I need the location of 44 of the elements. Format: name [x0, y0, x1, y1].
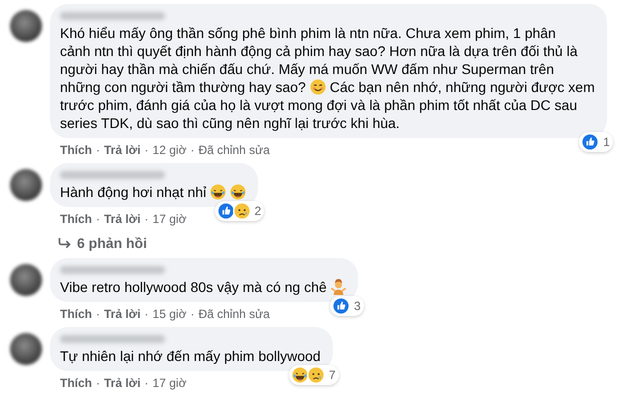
separator-dot: · — [190, 307, 194, 321]
comment-text: những con người tầm thường hay sao? — [60, 78, 306, 96]
reply-link[interactable]: Trả lời — [104, 376, 141, 390]
separator-dot: · — [144, 376, 149, 390]
reaction-badge[interactable]: 7 — [288, 365, 339, 385]
timestamp[interactable]: 17 giờ — [152, 212, 186, 226]
separator-dot: · — [96, 212, 100, 226]
separator-dot: · — [96, 307, 100, 321]
separator-dot: · — [190, 143, 194, 157]
blurred-avatar — [10, 169, 42, 201]
timestamp[interactable]: 15 giờ — [152, 307, 186, 321]
separator-dot: · — [96, 376, 100, 390]
reply-link[interactable]: Trả lời — [104, 143, 141, 157]
reply-link[interactable]: Trả lời — [104, 307, 141, 321]
comment-text: trước phim, đánh giá của họ là vượt mong đợi và là phần phim tốt nhất của DC sau — [60, 96, 578, 114]
blurred-avatar — [10, 333, 42, 365]
reply-arrow-icon — [58, 238, 71, 248]
like-link[interactable]: Thích — [60, 212, 92, 226]
separator-dot: · — [144, 143, 149, 157]
view-replies-link[interactable]: 6 phản hồi — [77, 234, 147, 252]
separator-dot: · — [144, 307, 149, 321]
timestamp[interactable]: 12 giờ — [152, 143, 186, 157]
comment-text: Các bạn nên nhớ, những người được xem — [330, 78, 595, 96]
comment-text: Khó hiểu mấy ông thần sống phê bình phim là ntn nữa. Chưa xem phim, 1 phân — [60, 24, 556, 42]
separator-dot: · — [96, 143, 100, 157]
like-link[interactable]: Thích — [60, 307, 92, 321]
reply-link[interactable]: Trả lời — [104, 212, 141, 226]
comment-text: series TDK, dù sao thì cũng nên nghĩ lại trước khi hùa. — [60, 114, 400, 132]
comment-text: Vibe retro hollywood 80s vậy mà có ng chê — [60, 278, 327, 296]
timestamp[interactable]: 17 giờ — [152, 376, 186, 390]
comment-text: Tự nhiên lại nhớ đến mấy phim bollywood — [60, 347, 321, 365]
reaction-badge[interactable]: 3 — [330, 296, 364, 316]
like-link[interactable]: Thích — [60, 376, 92, 390]
like-link[interactable]: Thích — [60, 143, 92, 157]
comment-text: Hành động hơi nhạt nhỉ — [60, 183, 206, 201]
blurred-avatar — [10, 10, 42, 42]
blurred-avatar — [10, 264, 42, 296]
comment-text: người hay thần mà chiến đấu chứ. Mấy má muốn WW đấm như Superman trên — [60, 60, 554, 78]
edited-label: Đã chỉnh sửa — [198, 143, 270, 157]
reaction-badge[interactable]: 2 — [214, 201, 264, 221]
edited-label: Đã chỉnh sửa — [198, 307, 270, 321]
separator-dot: · — [144, 212, 149, 226]
reaction-badge[interactable]: 1 — [579, 132, 613, 152]
comment-text: cảnh ntn thì quyết định hành động cả phim hay sao? Hơn nữa là dựa trên đối thủ là — [60, 42, 578, 60]
